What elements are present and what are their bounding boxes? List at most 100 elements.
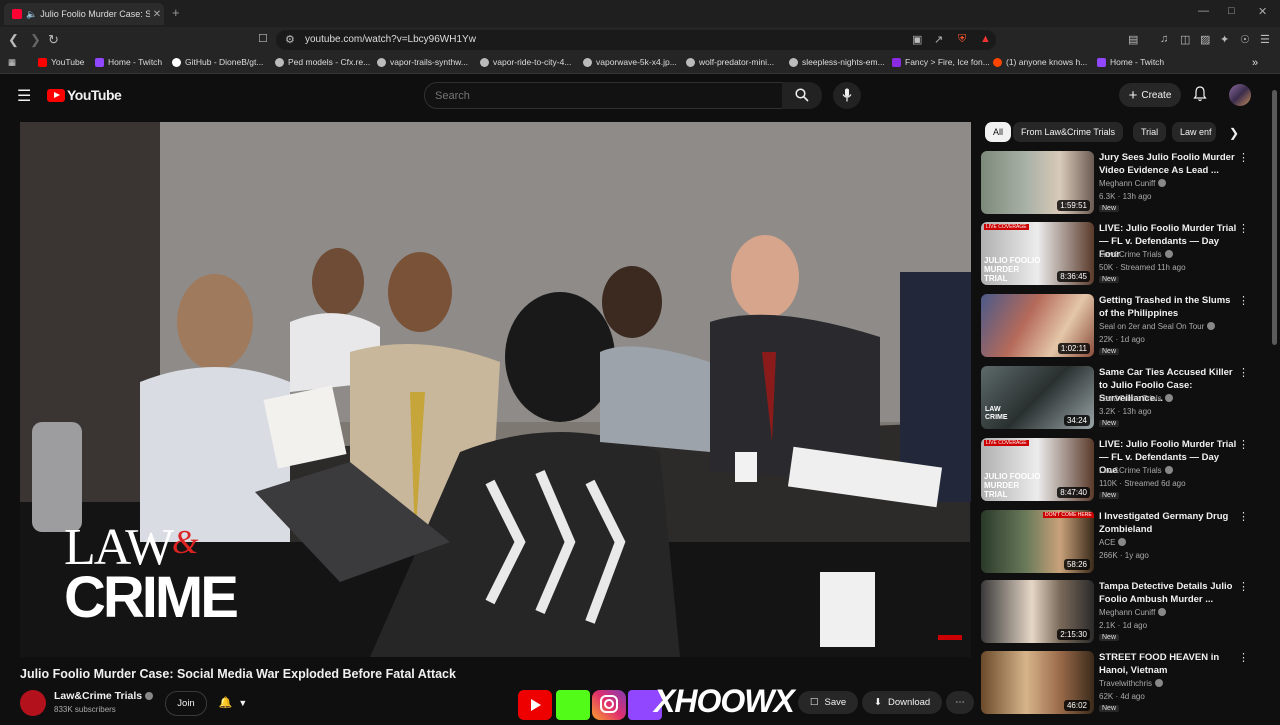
bookmark-icon[interactable]: ☐ bbox=[258, 32, 268, 45]
duration-badge: 1:02:11 bbox=[1057, 343, 1090, 354]
channel-name[interactable]: Law&Crime Trials bbox=[54, 690, 154, 702]
more-options-icon[interactable]: ⋮ bbox=[1238, 294, 1249, 307]
share-icon[interactable]: ↗ bbox=[934, 33, 943, 46]
search-button[interactable] bbox=[782, 82, 822, 109]
video-title[interactable]: Getting Trashed in the Slums of the Phil… bbox=[1099, 294, 1239, 320]
channel-name[interactable]: Law&Crime Trials bbox=[1099, 250, 1173, 259]
more-options-icon[interactable]: ⋮ bbox=[1238, 651, 1249, 664]
video-thumbnail[interactable]: DON'T COME HERE 58:26 bbox=[981, 510, 1094, 573]
brave-shield-icon[interactable]: ⛨ bbox=[958, 33, 966, 46]
site-info-icon[interactable]: ⚙ bbox=[285, 33, 295, 46]
apps-grid-icon[interactable]: ▦ bbox=[8, 57, 16, 68]
notifications-bell-icon[interactable] bbox=[1193, 86, 1207, 107]
video-thumbnail[interactable]: LAW CRIME 34:24 bbox=[981, 366, 1094, 429]
avatar[interactable] bbox=[1229, 84, 1251, 106]
wallet-icon[interactable]: ▨ bbox=[1200, 33, 1210, 46]
cast-icon[interactable]: ▣ bbox=[912, 33, 922, 46]
bookmark-item[interactable]: Fancy > Fire, Ice fon... bbox=[892, 57, 990, 67]
list-item[interactable]: LIVE COVERAGE JULIO FOOLIO MURDER TRIAL … bbox=[981, 222, 1266, 290]
scrollbar-thumb[interactable] bbox=[1272, 90, 1277, 345]
bookmark-item[interactable]: vaporwave-5k-x4.jp... bbox=[583, 57, 677, 67]
more-options-icon[interactable]: ⋮ bbox=[1238, 222, 1249, 235]
list-item[interactable]: 2:15:30 Tampa Detective Details Julio Fo… bbox=[981, 580, 1266, 648]
more-options-icon[interactable]: ⋮ bbox=[1238, 510, 1249, 523]
channel-name[interactable]: Law&Crime Trials bbox=[1099, 466, 1173, 475]
hamburger-menu-icon[interactable]: ☰ bbox=[17, 86, 31, 106]
video-thumbnail[interactable]: 1:02:11 bbox=[981, 294, 1094, 357]
channel-name[interactable]: Travelwithchris bbox=[1099, 679, 1164, 688]
bookmark-item[interactable]: GitHub - DioneB/gt... bbox=[172, 57, 263, 67]
channel-name[interactable]: Meghann Cuniff bbox=[1099, 608, 1167, 617]
list-item[interactable]: 1:02:11 Getting Trashed in the Slums of … bbox=[981, 294, 1266, 362]
download-button[interactable]: ⬇ Download bbox=[862, 691, 943, 714]
bookmark-item[interactable]: vapor-trails-synthw... bbox=[377, 57, 468, 67]
video-thumbnail[interactable]: LIVE COVERAGE JULIO FOOLIO MURDER TRIAL … bbox=[981, 438, 1094, 501]
list-item[interactable]: 1:59:51 Jury Sees Julio Foolio Murder Vi… bbox=[981, 151, 1266, 219]
video-thumbnail[interactable]: 1:59:51 bbox=[981, 151, 1094, 214]
bookmark-item[interactable]: sleepless-nights-em... bbox=[789, 57, 885, 67]
join-button[interactable]: Join bbox=[165, 691, 207, 716]
bookmark-item[interactable]: Ped models - Cfx.re... bbox=[275, 57, 370, 67]
list-item[interactable]: LIVE COVERAGE JULIO FOOLIO MURDER TRIAL … bbox=[981, 438, 1266, 506]
search-input[interactable] bbox=[425, 83, 775, 108]
leo-ai-icon[interactable]: ✦ bbox=[1220, 33, 1229, 46]
new-tab-button[interactable]: + bbox=[172, 5, 180, 20]
browser-tab[interactable]: 🔈 Julio Foolio Murder Case: Sc ✕ bbox=[4, 3, 164, 25]
more-options-icon[interactable]: ⋮ bbox=[1238, 580, 1249, 593]
bookmark-item[interactable]: Home - Twitch bbox=[95, 57, 162, 67]
video-thumbnail[interactable]: 46:02 bbox=[981, 651, 1094, 714]
speaker-icon[interactable]: 🔈 bbox=[26, 9, 37, 20]
split-view-icon[interactable]: ◫ bbox=[1180, 33, 1190, 46]
more-options-icon[interactable]: ⋮ bbox=[1238, 151, 1249, 164]
window-close-icon[interactable]: ✕ bbox=[1258, 5, 1267, 18]
more-actions-button[interactable]: ⋯ bbox=[946, 691, 974, 714]
youtube-logo[interactable]: YouTube bbox=[47, 87, 122, 103]
channel-name[interactable]: Seal on 2er and Seal On Tour bbox=[1099, 322, 1216, 331]
list-item[interactable]: DON'T COME HERE 58:26 I Investigated Ger… bbox=[981, 510, 1266, 578]
save-button[interactable]: ☐ Save bbox=[798, 691, 859, 714]
chip-from-channel[interactable]: From Law&Crime Trials bbox=[1013, 122, 1124, 142]
youtube-social-icon bbox=[518, 690, 552, 720]
subscription-bell-button[interactable]: 🔔 ▼ bbox=[212, 691, 254, 714]
channel-name[interactable]: ACE bbox=[1099, 538, 1127, 547]
video-title[interactable]: Jury Sees Julio Foolio Murder Video Evid… bbox=[1099, 151, 1239, 177]
minimize-icon[interactable]: — bbox=[1198, 5, 1209, 17]
maximize-icon[interactable]: □ bbox=[1228, 5, 1235, 17]
video-thumbnail[interactable]: LIVE COVERAGE JULIO FOOLIO MURDER TRIAL … bbox=[981, 222, 1094, 285]
vpn-shield-icon[interactable]: ☉ bbox=[1240, 33, 1250, 46]
forward-icon[interactable]: ❯ bbox=[30, 32, 41, 48]
video-title[interactable]: I Investigated Germany Drug Zombieland bbox=[1099, 510, 1239, 536]
channel-avatar[interactable] bbox=[20, 690, 46, 716]
sidebar-icon[interactable]: ▤ bbox=[1128, 33, 1138, 46]
browser-menu-icon[interactable]: ☰ bbox=[1260, 33, 1270, 46]
more-options-icon[interactable]: ⋮ bbox=[1238, 438, 1249, 451]
close-tab-icon[interactable]: ✕ bbox=[150, 9, 164, 20]
video-player[interactable]: LAW & CRIME bbox=[20, 122, 971, 657]
channel-name[interactable]: Law&Crime Trials bbox=[1099, 394, 1173, 403]
chip-law-enforcement[interactable]: Law enf bbox=[1172, 122, 1216, 142]
chips-next-chevron-icon[interactable]: ❯ bbox=[1229, 126, 1239, 140]
bookmark-item[interactable]: (1) anyone knows h... bbox=[993, 57, 1087, 67]
chip-all[interactable]: All bbox=[985, 122, 1012, 142]
list-item[interactable]: LAW CRIME 34:24 Same Car Ties Accused Ki… bbox=[981, 366, 1266, 434]
chip-trial[interactable]: Trial bbox=[1133, 122, 1167, 142]
create-button[interactable]: + Create bbox=[1119, 83, 1181, 107]
bookmark-item[interactable]: YouTube bbox=[38, 57, 84, 67]
voice-search-button[interactable] bbox=[833, 82, 861, 109]
subscribe-watermark-icon[interactable] bbox=[938, 635, 962, 640]
bookmark-item[interactable]: wolf-predator-mini... bbox=[686, 57, 774, 67]
more-bookmarks-icon[interactable]: » bbox=[1252, 57, 1258, 69]
media-icon[interactable]: ♫ bbox=[1160, 33, 1168, 45]
bookmark-item[interactable]: vapor-ride-to-city-4... bbox=[480, 57, 571, 67]
channel-name[interactable]: Meghann Cuniff bbox=[1099, 179, 1167, 188]
bookmark-item[interactable]: Home - Twitch bbox=[1097, 57, 1164, 67]
list-item[interactable]: 46:02 STREET FOOD HEAVEN in Hanoi, Vietn… bbox=[981, 651, 1266, 719]
more-options-icon[interactable]: ⋮ bbox=[1238, 366, 1249, 379]
reload-icon[interactable]: ↻ bbox=[48, 32, 59, 48]
video-thumbnail[interactable]: 2:15:30 bbox=[981, 580, 1094, 643]
back-icon[interactable]: ❮ bbox=[8, 32, 19, 48]
address-bar[interactable]: ⚙ youtube.com/watch?v=Lbcy96WH1Yw ▣ ↗ ⛨ … bbox=[276, 30, 996, 50]
rewards-icon[interactable]: ▲ bbox=[980, 33, 991, 45]
video-title[interactable]: Tampa Detective Details Julio Foolio Amb… bbox=[1099, 580, 1239, 606]
video-title[interactable]: STREET FOOD HEAVEN in Hanoi, Vietnam bbox=[1099, 651, 1239, 677]
